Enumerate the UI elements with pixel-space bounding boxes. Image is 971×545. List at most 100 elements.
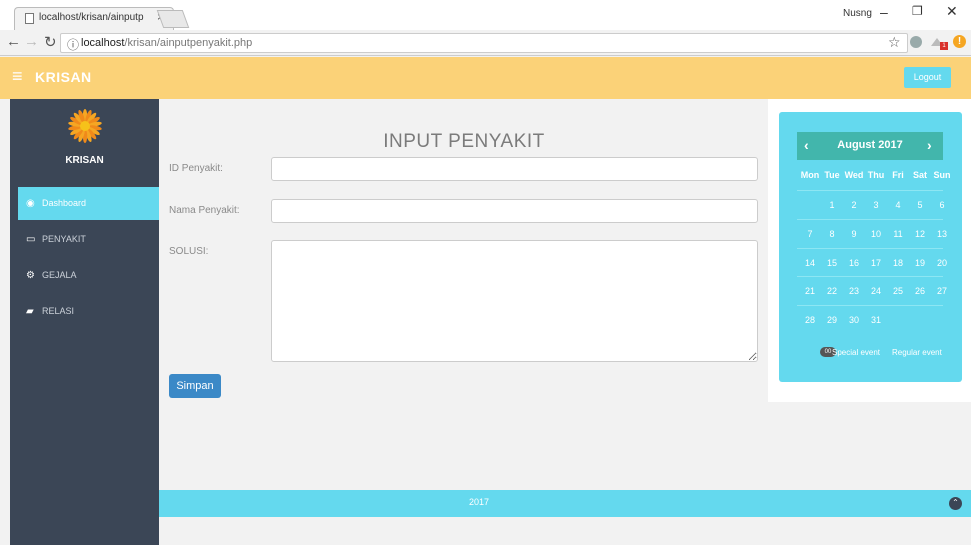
calendar-day[interactable]: 4 bbox=[887, 200, 909, 210]
hamburger-menu-icon[interactable]: ≡ bbox=[12, 66, 23, 87]
calendar-weekday: Tue bbox=[824, 170, 840, 180]
calendar-day[interactable]: 2 bbox=[843, 200, 865, 210]
sidebar-brand: KRISAN bbox=[65, 155, 104, 166]
browser-tabstrip: localhost/krisan/ainputp × Nusng – ❐ ✕ bbox=[0, 0, 971, 30]
calendar-day[interactable]: 14 bbox=[799, 258, 821, 268]
monitor-icon: ▭ bbox=[26, 234, 36, 245]
calendar-day[interactable]: 15 bbox=[821, 258, 843, 268]
calendar-day[interactable]: 23 bbox=[843, 286, 865, 296]
extension-badge: 1 bbox=[940, 42, 948, 50]
page-icon bbox=[25, 13, 34, 24]
url-path: /krisan/ainputpenyakit.php bbox=[124, 37, 253, 49]
solusi-label: SOLUSI: bbox=[169, 246, 209, 257]
calendar-day[interactable]: 26 bbox=[909, 286, 931, 296]
calendar-day[interactable]: 9 bbox=[843, 229, 865, 239]
calendar-day[interactable]: 27 bbox=[931, 286, 953, 296]
calendar-day[interactable]: 5 bbox=[909, 200, 931, 210]
calendar-header: ‹ August 2017 › bbox=[797, 132, 943, 160]
url-text: localhost/krisan/ainputpenyakit.php bbox=[81, 37, 252, 49]
sidebar-item-label: PENYAKIT bbox=[42, 234, 86, 244]
calendar-divider bbox=[797, 276, 943, 277]
book-icon: ▰ bbox=[26, 306, 34, 317]
sidebar-item-label: GEJALA bbox=[42, 270, 77, 280]
url-host: localhost bbox=[81, 37, 125, 49]
new-tab-button[interactable] bbox=[156, 10, 190, 28]
simpan-button[interactable]: Simpan bbox=[169, 374, 221, 398]
extension-icon[interactable] bbox=[910, 36, 922, 48]
sidebar-item-dashboard[interactable]: ◉ Dashboard bbox=[18, 187, 159, 220]
calendar-day[interactable]: 11 bbox=[887, 229, 909, 239]
calendar-day[interactable]: 29 bbox=[821, 315, 843, 325]
maximize-icon[interactable]: ❐ bbox=[912, 4, 923, 18]
calendar-weekday: Mon bbox=[800, 170, 820, 180]
calendar-month: August 2017 bbox=[837, 139, 903, 151]
calendar-divider bbox=[797, 190, 943, 191]
calendar-weekday: Sat bbox=[912, 170, 927, 180]
calendar-day[interactable]: 17 bbox=[865, 258, 887, 268]
calendar-day[interactable]: 8 bbox=[821, 229, 843, 239]
gears-icon: ⚙ bbox=[26, 270, 35, 281]
calendar-day[interactable]: 30 bbox=[843, 315, 865, 325]
calendar-divider bbox=[797, 248, 943, 249]
window-close-icon[interactable]: ✕ bbox=[946, 3, 958, 20]
calendar-day[interactable]: 22 bbox=[821, 286, 843, 296]
footer: 2017 ⌃ bbox=[159, 490, 971, 517]
sidebar-item-relasi[interactable]: ▰ RELASI bbox=[18, 295, 159, 328]
address-bar[interactable]: ⓘ localhost/krisan/ainputpenyakit.php bbox=[60, 33, 908, 53]
calendar-day[interactable]: 18 bbox=[887, 258, 909, 268]
calendar-day[interactable]: 7 bbox=[799, 229, 821, 239]
calendar-day[interactable]: 3 bbox=[865, 200, 887, 210]
app-header: ≡ KRISAN Logout bbox=[0, 57, 971, 99]
page-title: INPUT PENYAKIT bbox=[383, 131, 545, 152]
minimize-icon[interactable]: – bbox=[880, 4, 888, 20]
dashboard-icon: ◉ bbox=[26, 198, 35, 209]
calendar-weekday: Fri bbox=[892, 170, 904, 180]
calendar-day[interactable]: 20 bbox=[931, 258, 953, 268]
calendar-divider bbox=[797, 219, 943, 220]
alert-icon[interactable]: ! bbox=[953, 35, 966, 48]
flower-logo-icon bbox=[68, 109, 102, 143]
footer-year: 2017 bbox=[468, 497, 490, 507]
id-penyakit-input[interactable] bbox=[271, 157, 758, 181]
sidebar-item-gejala[interactable]: ⚙ GEJALA bbox=[18, 259, 159, 292]
calendar-weekday: Thu bbox=[867, 170, 885, 180]
back-arrow-icon[interactable]: ← bbox=[6, 33, 21, 50]
calendar-weekday: Wed bbox=[844, 170, 864, 180]
id-penyakit-label: ID Penyakit: bbox=[169, 163, 223, 174]
forward-arrow-icon[interactable]: → bbox=[24, 33, 39, 50]
browser-tab[interactable]: localhost/krisan/ainputp × bbox=[14, 7, 174, 30]
calendar-weekday: Sun bbox=[933, 170, 951, 180]
nama-penyakit-input[interactable] bbox=[271, 199, 758, 223]
calendar-day[interactable]: 16 bbox=[843, 258, 865, 268]
info-icon[interactable]: ⓘ bbox=[67, 36, 79, 53]
calendar-day[interactable]: 19 bbox=[909, 258, 931, 268]
solusi-textarea[interactable] bbox=[271, 240, 758, 362]
tab-title: localhost/krisan/ainputp bbox=[39, 12, 144, 23]
calendar-day[interactable]: 28 bbox=[799, 315, 821, 325]
calendar-day[interactable]: 24 bbox=[865, 286, 887, 296]
browser-toolbar: ← → ↻ ⓘ localhost/krisan/ainputpenyakit.… bbox=[0, 30, 971, 56]
calendar-day[interactable]: 12 bbox=[909, 229, 931, 239]
app-brand[interactable]: KRISAN bbox=[35, 69, 92, 85]
sidebar-item-label: RELASI bbox=[42, 306, 75, 316]
calendar-day[interactable]: 6 bbox=[931, 200, 953, 210]
calendar-day[interactable]: 10 bbox=[865, 229, 887, 239]
calendar-divider bbox=[797, 305, 943, 306]
calendar-day[interactable]: 31 bbox=[865, 315, 887, 325]
sidebar-item-penyakit[interactable]: ▭ PENYAKIT bbox=[18, 223, 159, 256]
calendar-day[interactable]: 21 bbox=[799, 286, 821, 296]
calendar-next-icon[interactable]: › bbox=[927, 137, 932, 153]
calendar-day[interactable]: 25 bbox=[887, 286, 909, 296]
bookmark-star-icon[interactable]: ☆ bbox=[888, 34, 901, 51]
nama-penyakit-label: Nama Penyakit: bbox=[169, 205, 240, 216]
scroll-top-icon[interactable]: ⌃ bbox=[949, 497, 962, 510]
logout-button[interactable]: Logout bbox=[904, 67, 951, 88]
profile-name[interactable]: Nusng bbox=[843, 8, 872, 19]
legend-special-event: Special event bbox=[832, 348, 881, 357]
sidebar-item-label: Dashboard bbox=[42, 198, 87, 208]
calendar-day[interactable]: 1 bbox=[821, 200, 843, 210]
sidebar: KRISAN ◉ Dashboard ▭ PENYAKIT ⚙ GEJALA ▰… bbox=[10, 99, 159, 545]
reload-icon[interactable]: ↻ bbox=[44, 33, 57, 51]
calendar-day[interactable]: 13 bbox=[931, 229, 953, 239]
legend-regular-event: Regular event bbox=[892, 348, 942, 357]
